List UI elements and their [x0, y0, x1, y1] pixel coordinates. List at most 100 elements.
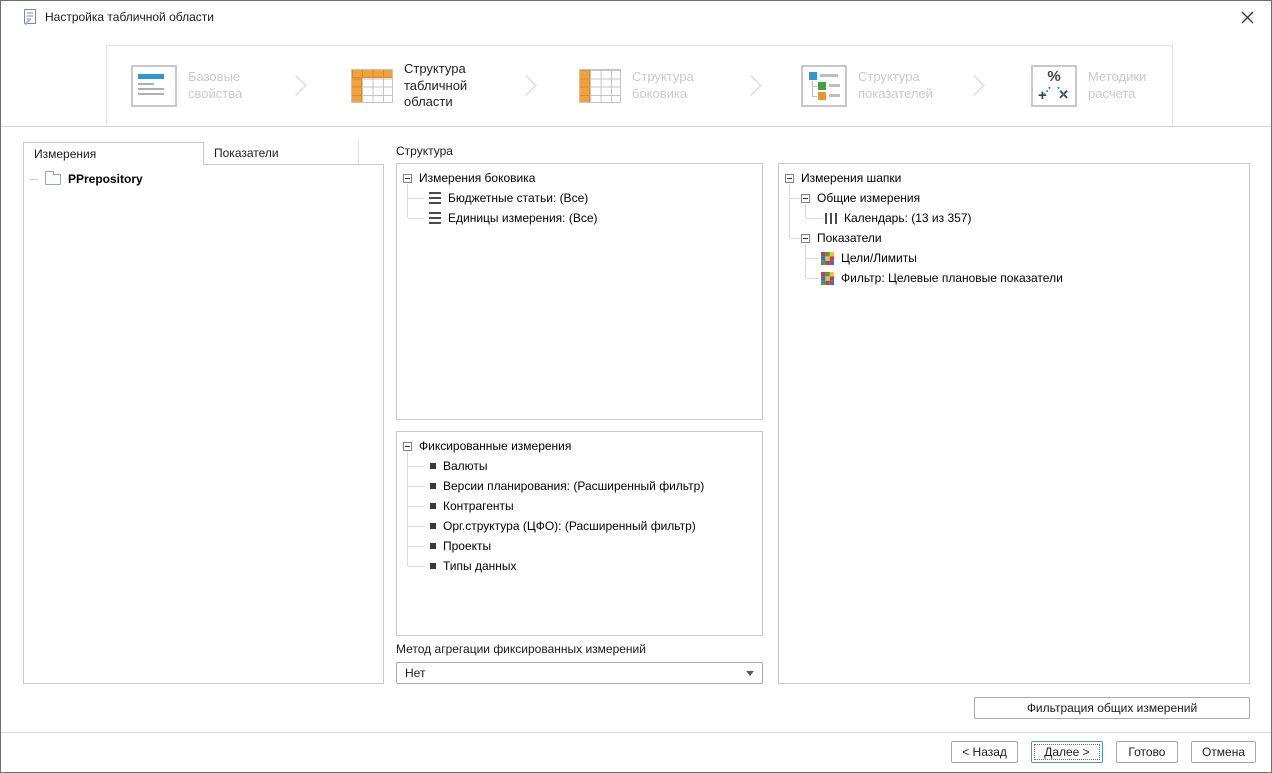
item-label: Типы данных: [443, 559, 517, 573]
tree-row-header-dimensions[interactable]: Измерения шапки: [785, 168, 901, 188]
collapse-icon[interactable]: [785, 173, 794, 183]
wizard-step-sidehead-structure[interactable]: Структура боковика: [579, 46, 717, 126]
tree-connector: [790, 198, 800, 199]
collapse-icon[interactable]: [801, 193, 810, 203]
step-label: Структура показателей: [858, 69, 933, 101]
square-bullet-icon: [430, 503, 436, 509]
item-label: Валюты: [443, 459, 488, 473]
tree-row-filter-target-indicators[interactable]: Фильтр: Целевые плановые показатели: [821, 268, 1063, 288]
tree-row-projects[interactable]: Проекты: [430, 536, 491, 556]
bottom-separator: [1, 732, 1271, 733]
wizard-step-table-area-structure[interactable]: Структура табличной области: [351, 46, 496, 126]
structure-section-label: Структура: [396, 144, 453, 158]
tab-label: Измерения: [34, 147, 97, 161]
step-label: Структура табличной области: [404, 60, 468, 110]
group-label: Измерения боковика: [419, 171, 536, 185]
group-label: Показатели: [817, 231, 882, 245]
close-icon: [1241, 11, 1253, 23]
chevron-separator-icon: [515, 74, 538, 97]
tree-connector: [407, 452, 408, 566]
item-label: Контрагенты: [443, 499, 514, 513]
collapse-icon[interactable]: [403, 441, 412, 451]
cube-icon: [821, 271, 834, 285]
tree-connector: [408, 566, 424, 567]
document-icon: [131, 65, 177, 107]
aggregation-method-label: Метод агрегации фиксированных измерений: [396, 642, 646, 656]
repository-label: PPrepository: [68, 172, 143, 186]
tree-row-planning-versions[interactable]: Версии планирования: (Расширенный фильтр…: [430, 476, 704, 496]
tree-structure-icon: [801, 65, 847, 107]
dimension-rows-icon: [429, 192, 441, 204]
item-label: Единицы измерения: (Все): [448, 211, 598, 225]
tree-connector: [806, 258, 819, 259]
group-label: Измерения шапки: [801, 171, 902, 185]
aggregation-selected-value: Нет: [405, 666, 426, 680]
dimension-rows-icon: [429, 212, 441, 224]
tree-row-org-structure[interactable]: Орг.структура (ЦФО): (Расширенный фильтр…: [430, 516, 696, 536]
square-bullet-icon: [430, 523, 436, 529]
tree-connector: [806, 218, 823, 219]
dimensions-tree-panel: PPrepository: [23, 164, 384, 684]
tree-connector: [408, 506, 424, 507]
tree-row-measure-units[interactable]: Единицы измерения: (Все): [429, 208, 598, 228]
tree-row-goals-limits[interactable]: Цели/Лимиты: [821, 248, 917, 268]
tab-label: Показатели: [214, 146, 279, 160]
cube-icon: [821, 251, 834, 265]
cancel-button[interactable]: Отмена: [1190, 741, 1256, 763]
tree-connector: [806, 278, 819, 279]
tree-connector: [790, 238, 800, 239]
aggregation-method-select[interactable]: Нет: [396, 662, 763, 684]
tree-connector: [408, 466, 424, 467]
tree-row-side-dimensions[interactable]: Измерения боковика: [403, 168, 535, 188]
next-button[interactable]: Далее >: [1030, 741, 1103, 763]
tree-connector: [408, 198, 424, 199]
tree-connector: [408, 546, 424, 547]
tree-connector: [408, 218, 424, 219]
close-button[interactable]: [1235, 6, 1259, 28]
calendar-dimension-icon: [825, 212, 837, 224]
fixed-dimensions-box: Фиксированные измерения Валюты Версии пл…: [396, 431, 763, 636]
wizard-step-basic-properties[interactable]: Базовые свойства: [131, 46, 273, 126]
tree-row-data-types[interactable]: Типы данных: [430, 556, 517, 576]
item-label: Календарь: (13 из 357): [844, 211, 972, 225]
square-bullet-icon: [430, 563, 436, 569]
collapse-icon[interactable]: [801, 233, 810, 243]
item-label: Бюджетные статьи: (Все): [448, 191, 589, 205]
finish-button[interactable]: Готово: [1115, 741, 1178, 763]
tree-row-currencies[interactable]: Валюты: [430, 456, 488, 476]
tree-row-budget-items[interactable]: Бюджетные статьи: (Все): [429, 188, 588, 208]
tree-row-common-dimensions[interactable]: Общие измерения: [801, 188, 920, 208]
tree-row-counterparties[interactable]: Контрагенты: [430, 496, 514, 516]
window-title: Настройка табличной области: [45, 10, 214, 24]
back-button[interactable]: < Назад: [951, 741, 1018, 763]
tree-row-fixed-dimensions[interactable]: Фиксированные измерения: [403, 436, 571, 456]
tree-row-calendar[interactable]: Календарь: (13 из 357): [825, 208, 971, 228]
item-label: Версии планирования: (Расширенный фильтр…: [443, 479, 705, 493]
tab-indicators[interactable]: Показатели: [204, 142, 359, 164]
item-label: Цели/Лимиты: [841, 251, 917, 265]
filter-common-dimensions-button[interactable]: Фильтрация общих измерений: [974, 697, 1250, 719]
chevron-separator-icon: [740, 74, 763, 97]
chevron-separator-icon: [285, 74, 308, 97]
step-label: Методики расчета: [1088, 69, 1147, 101]
tab-dimensions[interactable]: Измерения: [23, 142, 204, 165]
title-bar: Настройка табличной области: [1, 1, 1271, 33]
wizard-step-calculation-methods[interactable]: Методики расчета: [1031, 46, 1173, 126]
percent-calc-icon: [1031, 65, 1077, 107]
item-label: Орг.структура (ЦФО): (Расширенный фильтр…: [443, 519, 696, 533]
step-label: Базовые свойства: [188, 69, 243, 101]
tree-row-repository[interactable]: PPrepository: [30, 169, 143, 189]
tree-row-indicators-group[interactable]: Показатели: [801, 228, 882, 248]
tree-connector: [407, 184, 408, 218]
item-label: Фильтр: Целевые плановые показатели: [841, 271, 1063, 285]
wizard-step-indicators-structure[interactable]: Структура показателей: [801, 46, 958, 126]
square-bullet-icon: [430, 543, 436, 549]
step-label: Структура боковика: [632, 69, 694, 101]
tree-connector: [30, 178, 38, 180]
dialog-window: Настройка табличной области Базовые свой…: [0, 0, 1272, 773]
group-label: Фиксированные измерения: [419, 439, 572, 453]
collapse-icon[interactable]: [403, 173, 412, 183]
dialog-buttons: < Назад Далее > Готово Отмена: [951, 741, 1256, 763]
dialog-document-icon: [24, 9, 36, 26]
square-bullet-icon: [430, 463, 436, 469]
